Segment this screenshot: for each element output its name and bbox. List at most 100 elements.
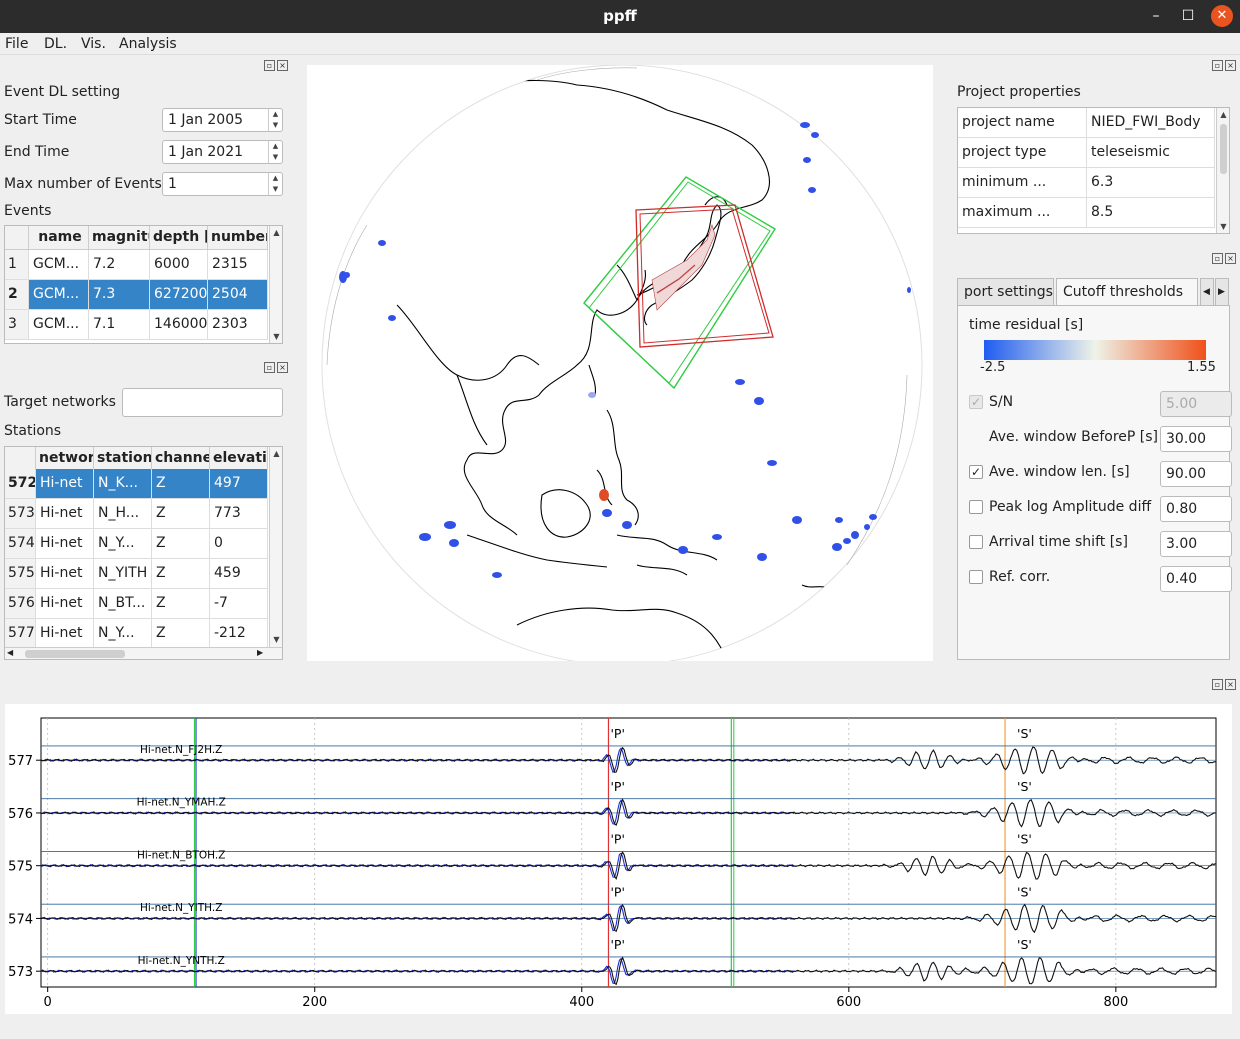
station-channel-cell[interactable]: Z	[152, 559, 210, 589]
station-network-cell[interactable]: Hi-net	[36, 529, 94, 559]
station-elevation-cell[interactable]: 0	[210, 529, 268, 559]
max-events-field[interactable]: 1 ▲ ▼	[162, 172, 283, 196]
station-network-cell[interactable]: Hi-net	[36, 559, 94, 589]
event-ntr-cell[interactable]: 2303	[208, 310, 268, 340]
close-icon[interactable]: ×	[277, 60, 288, 71]
station-channel-cell[interactable]: Z	[152, 589, 210, 619]
station-channel-cell[interactable]: Z	[152, 469, 210, 499]
scroll-left-icon[interactable]: ◀	[7, 648, 13, 657]
window-len-checkbox[interactable]: ✓	[969, 465, 983, 479]
scroll-up-icon[interactable]: ▲	[270, 226, 282, 240]
scroll-down-icon[interactable]: ▼	[270, 330, 282, 343]
close-icon[interactable]: ×	[277, 362, 288, 373]
event-name-cell[interactable]: GCM...	[29, 280, 89, 310]
close-icon[interactable]: ×	[1225, 60, 1236, 71]
row-header[interactable]: 572	[5, 469, 36, 499]
event-depth-cell[interactable]: 146000	[150, 310, 208, 340]
property-value-cell[interactable]: teleseismic	[1087, 138, 1215, 168]
property-value-cell[interactable]: 6.3	[1087, 168, 1215, 198]
station-elevation-cell[interactable]: -212	[210, 619, 268, 649]
column-header[interactable]: name	[29, 226, 89, 250]
target-networks-input[interactable]	[122, 388, 283, 417]
column-header[interactable]: network	[36, 447, 94, 471]
column-header[interactable]: elevation	[210, 447, 268, 471]
waveform-plot[interactable]: 0 200 400 600 800 577 576 575 574 573 Hi-net.N_FJ2…	[5, 704, 1232, 1014]
station-name-cell[interactable]: N_YITH	[94, 559, 152, 589]
scroll-up-icon[interactable]: ▲	[270, 447, 282, 461]
window-len-field[interactable]: 90.00	[1160, 461, 1232, 487]
event-name-cell[interactable]: GCM...	[29, 250, 89, 280]
column-header[interactable]: number of tr	[208, 226, 268, 250]
spin-arrows-icon[interactable]: ▲ ▼	[268, 173, 282, 195]
scroll-down-icon[interactable]: ▼	[1217, 220, 1229, 233]
station-name-cell[interactable]: N_K...	[94, 469, 152, 499]
station-channel-cell[interactable]: Z	[152, 499, 210, 529]
event-depth-cell[interactable]: 6000	[150, 250, 208, 280]
station-elevation-cell[interactable]: 459	[210, 559, 268, 589]
menu-analysis[interactable]: Analysis	[119, 36, 177, 52]
tab-scroll-left-icon[interactable]: ◀	[1200, 278, 1214, 306]
station-name-cell[interactable]: N_Y...	[94, 529, 152, 559]
float-icon[interactable]: ▫	[264, 60, 275, 71]
arrival-shift-field[interactable]: 3.00	[1160, 531, 1232, 557]
peak-amplitude-checkbox[interactable]	[969, 500, 983, 514]
row-header[interactable]: 1	[5, 250, 29, 280]
close-button[interactable]: ✕	[1211, 5, 1233, 27]
station-network-cell[interactable]: Hi-net	[36, 469, 94, 499]
scroll-thumb[interactable]	[1220, 124, 1227, 174]
column-header[interactable]: magnitude	[89, 226, 150, 250]
row-header[interactable]: 3	[5, 310, 29, 340]
event-depth-cell[interactable]: 627200	[150, 280, 208, 310]
row-header[interactable]: 2	[5, 280, 29, 310]
minimize-button[interactable]: –	[1145, 5, 1167, 27]
row-header[interactable]: 577	[5, 619, 36, 649]
float-icon[interactable]: ▫	[1212, 679, 1223, 690]
column-header[interactable]: station	[94, 447, 152, 471]
menu-dl[interactable]: DL.	[44, 36, 67, 52]
tab-scroll-right-icon[interactable]: ▶	[1215, 278, 1229, 306]
station-channel-cell[interactable]: Z	[152, 619, 210, 649]
stations-vscrollbar[interactable]: ▲ ▼	[269, 447, 282, 647]
sn-value-field[interactable]: 5.00	[1160, 391, 1232, 417]
window-before-p-field[interactable]: 30.00	[1160, 426, 1232, 452]
station-network-cell[interactable]: Hi-net	[36, 499, 94, 529]
menu-vis[interactable]: Vis.	[81, 36, 106, 52]
row-header[interactable]: 576	[5, 589, 36, 619]
start-time-field[interactable]: 1 Jan 2005 ▲ ▼	[162, 108, 283, 132]
float-icon[interactable]: ▫	[1212, 60, 1223, 71]
close-icon[interactable]: ×	[1225, 253, 1236, 264]
tab-import-settings[interactable]: port settings	[957, 278, 1054, 306]
station-channel-cell[interactable]: Z	[152, 529, 210, 559]
station-network-cell[interactable]: Hi-net	[36, 619, 94, 649]
maximize-button[interactable]: ☐	[1177, 5, 1199, 27]
station-name-cell[interactable]: N_BT...	[94, 589, 152, 619]
property-key-cell[interactable]: maximum ...	[958, 198, 1087, 228]
ref-corr-checkbox[interactable]	[969, 570, 983, 584]
project-scrollbar[interactable]: ▲ ▼	[1216, 108, 1229, 233]
scroll-up-icon[interactable]: ▲	[1217, 108, 1229, 122]
column-header[interactable]: depth [m]	[150, 226, 208, 250]
spin-arrows-icon[interactable]: ▲ ▼	[268, 141, 282, 163]
station-elevation-cell[interactable]: -7	[210, 589, 268, 619]
row-header[interactable]: 573	[5, 499, 36, 529]
station-network-cell[interactable]: Hi-net	[36, 589, 94, 619]
sn-checkbox[interactable]: ✓	[969, 395, 983, 409]
event-ntr-cell[interactable]: 2315	[208, 250, 268, 280]
event-name-cell[interactable]: GCM...	[29, 310, 89, 340]
event-mag-cell[interactable]: 7.1	[89, 310, 150, 340]
end-time-field[interactable]: 1 Jan 2021 ▲ ▼	[162, 140, 283, 164]
column-header[interactable]: channel	[152, 447, 210, 471]
row-header[interactable]: 574	[5, 529, 36, 559]
station-name-cell[interactable]: N_H...	[94, 499, 152, 529]
property-value-cell[interactable]: 8.5	[1087, 198, 1215, 228]
station-name-cell[interactable]: N_Y...	[94, 619, 152, 649]
scroll-right-icon[interactable]: ▶	[257, 648, 263, 657]
event-ntr-cell[interactable]: 2504	[208, 280, 268, 310]
row-header[interactable]: 575	[5, 559, 36, 589]
scroll-thumb[interactable]	[25, 650, 125, 658]
ref-corr-field[interactable]: 0.40	[1160, 566, 1232, 592]
float-icon[interactable]: ▫	[264, 362, 275, 373]
event-mag-cell[interactable]: 7.3	[89, 280, 150, 310]
menu-file[interactable]: File	[5, 36, 28, 52]
arrival-shift-checkbox[interactable]	[969, 535, 983, 549]
